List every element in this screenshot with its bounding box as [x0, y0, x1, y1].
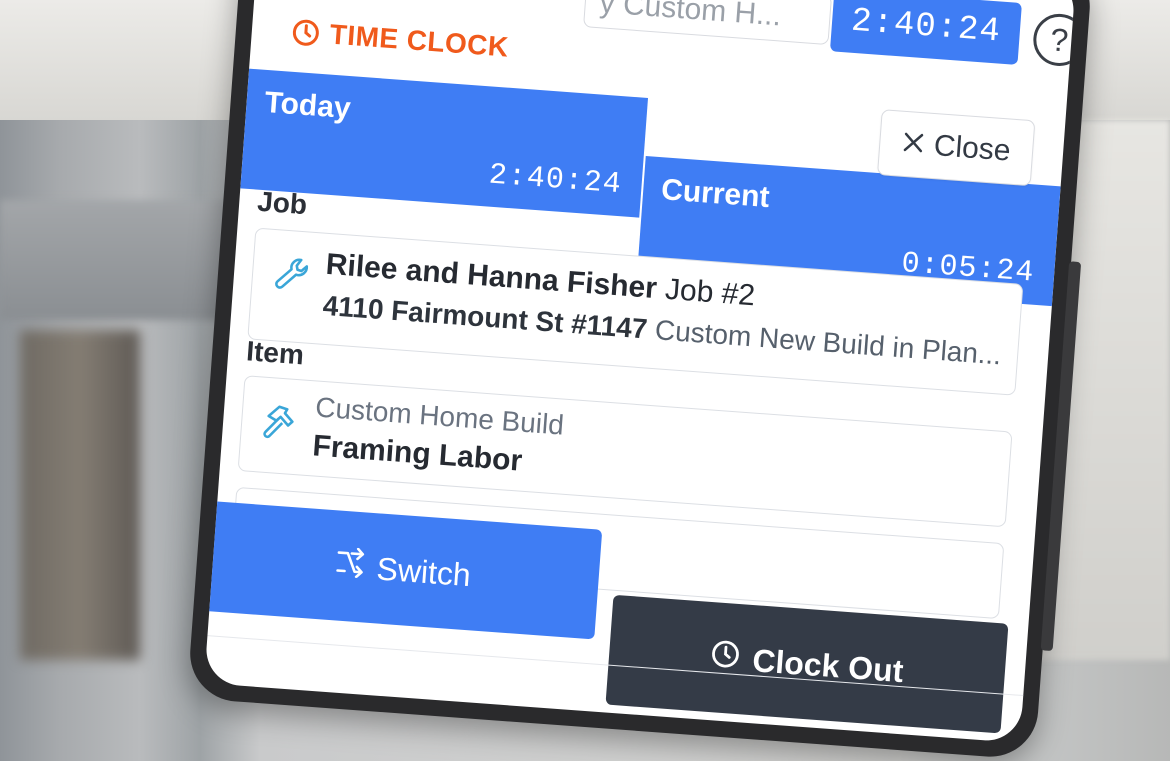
job-search-field[interactable]: y Custom H...: [583, 0, 833, 46]
close-icon: [901, 127, 925, 163]
job-number: Job #2: [663, 272, 757, 313]
today-label: Today: [263, 85, 352, 126]
job-description: Custom New Build in Plan...: [653, 314, 1003, 371]
today-time: 2:40:24: [487, 158, 623, 203]
time-clock-title: TIME CLOCK: [328, 18, 510, 63]
job-section-label: Job: [256, 185, 309, 221]
item-name: Framing Labor: [311, 429, 524, 478]
running-timer-button[interactable]: 2:40:24: [829, 0, 1022, 65]
help-icon: ?: [1049, 21, 1070, 59]
phone-device: y Custom H... 2:40:24 ? TIME CLOCK Today…: [186, 0, 1094, 761]
background-door: [20, 330, 140, 660]
switch-label: Switch: [375, 549, 473, 593]
wrench-icon: [271, 254, 312, 300]
close-button[interactable]: Close: [876, 109, 1036, 187]
close-label: Close: [932, 129, 1012, 168]
background-window: [0, 200, 240, 320]
phone-screen: y Custom H... 2:40:24 ? TIME CLOCK Today…: [203, 0, 1077, 743]
hammer-icon: [261, 402, 302, 448]
time-clock-heading: TIME CLOCK: [291, 16, 510, 64]
current-label: Current: [660, 173, 771, 215]
help-button[interactable]: ?: [1031, 12, 1077, 68]
item-section-label: Item: [245, 335, 305, 371]
shuffle-icon: [333, 546, 366, 586]
clock-out-label: Clock Out: [751, 641, 905, 689]
clock-out-button[interactable]: Clock Out: [605, 594, 1009, 734]
clock-icon: [291, 18, 321, 48]
